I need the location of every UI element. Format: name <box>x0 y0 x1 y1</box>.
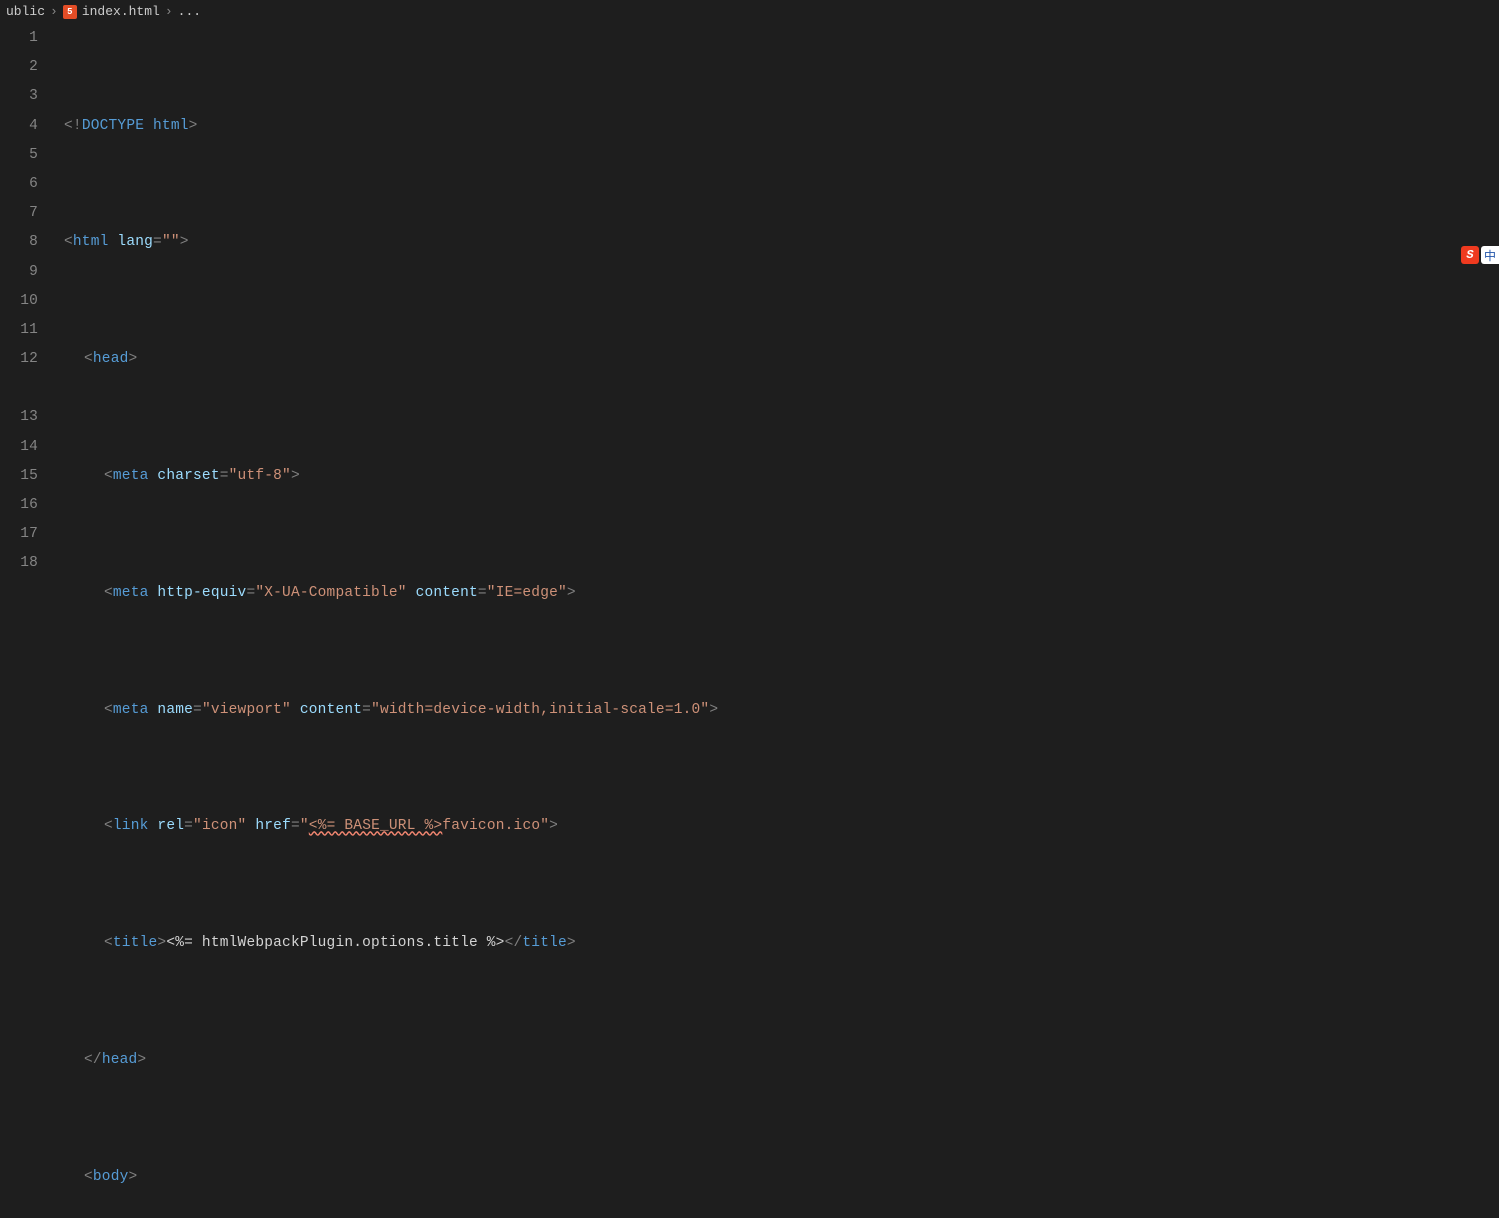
code-line[interactable]: <!DOCTYPE html> <box>52 112 1499 141</box>
code-line[interactable]: <link rel="icon" href="<%= BASE_URL %>fa… <box>92 812 1499 841</box>
code-editor[interactable]: 1 2 3 4 5 6 7 8 9 10 11 12 13 14 15 16 1… <box>0 24 1499 609</box>
line-number <box>0 374 38 403</box>
line-number: 12 <box>0 345 38 374</box>
line-number: 1 <box>0 24 38 53</box>
line-number: 16 <box>0 491 38 520</box>
line-number: 13 <box>0 403 38 432</box>
code-area[interactable]: <!DOCTYPE html> <html lang=""> <head> <m… <box>52 24 1499 609</box>
error-underline: <%= BASE_URL %> <box>309 818 443 834</box>
line-number: 17 <box>0 520 38 549</box>
code-line[interactable]: <title><%= htmlWebpackPlugin.options.tit… <box>92 929 1499 958</box>
breadcrumb-folder[interactable]: ublic <box>6 4 45 19</box>
line-number-gutter: 1 2 3 4 5 6 7 8 9 10 11 12 13 14 15 16 1… <box>0 24 52 609</box>
line-number: 8 <box>0 228 38 257</box>
code-line[interactable]: <meta name="viewport" content="width=dev… <box>92 696 1499 725</box>
html5-icon: 5 <box>63 5 77 19</box>
line-number: 11 <box>0 316 38 345</box>
ime-indicator[interactable]: S 中 <box>1461 244 1499 266</box>
code-line[interactable]: <body> <box>72 1163 1499 1192</box>
line-number: 7 <box>0 199 38 228</box>
line-number: 18 <box>0 549 38 578</box>
line-number: 15 <box>0 462 38 491</box>
code-line[interactable]: </head> <box>72 1046 1499 1075</box>
line-number: 9 <box>0 258 38 287</box>
line-number: 4 <box>0 112 38 141</box>
code-line[interactable]: <meta http-equiv="X-UA-Compatible" conte… <box>92 579 1499 608</box>
code-line[interactable]: <html lang=""> <box>52 228 1499 257</box>
line-number: 14 <box>0 433 38 462</box>
chevron-right-icon: › <box>50 4 58 19</box>
line-number: 10 <box>0 287 38 316</box>
line-number: 5 <box>0 141 38 170</box>
chevron-right-icon: › <box>165 4 173 19</box>
breadcrumb[interactable]: ublic › 5 index.html › ... <box>0 0 1499 24</box>
line-number: 6 <box>0 170 38 199</box>
line-number: 3 <box>0 82 38 111</box>
ime-lang-label[interactable]: 中 <box>1481 246 1499 264</box>
breadcrumb-file[interactable]: index.html <box>82 4 160 19</box>
code-line[interactable]: <head> <box>72 345 1499 374</box>
line-number: 2 <box>0 53 38 82</box>
breadcrumb-tail[interactable]: ... <box>178 4 201 19</box>
ime-sogou-icon: S <box>1461 246 1479 264</box>
code-line[interactable]: <meta charset="utf-8"> <box>92 462 1499 491</box>
